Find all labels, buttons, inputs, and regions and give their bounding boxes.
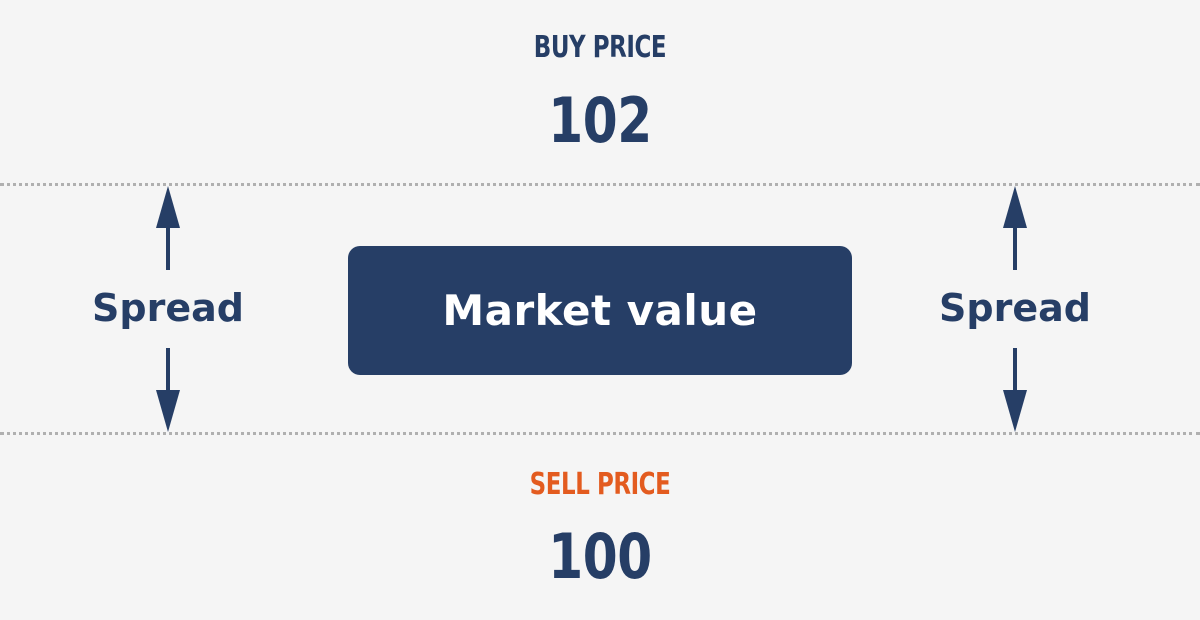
buy-price-value: 102 [548, 84, 652, 157]
sell-price-value: 100 [548, 520, 652, 593]
left-arrow-down-icon [156, 348, 180, 432]
market-value-label: Market value [442, 286, 758, 335]
right-arrow-down-icon [1003, 348, 1027, 432]
market-value-box: Market value [348, 246, 852, 375]
sell-price-title: SELL PRICE [529, 467, 671, 502]
sell-price-line [0, 432, 1200, 435]
right-arrow-up-icon [1003, 186, 1027, 270]
buy-price-line [0, 183, 1200, 186]
spread-left-label: Spread [92, 286, 244, 330]
spread-right-label: Spread [939, 286, 1091, 330]
buy-price-title: BUY PRICE [533, 30, 667, 65]
left-arrow-up-icon [156, 186, 180, 270]
